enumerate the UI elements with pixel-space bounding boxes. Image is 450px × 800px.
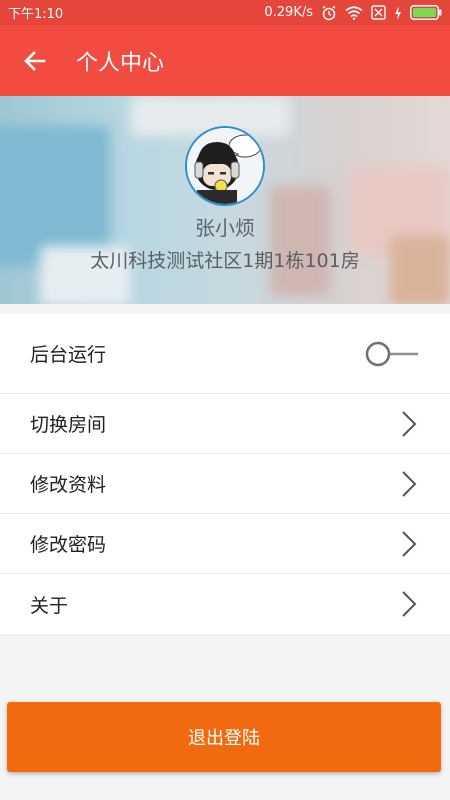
logout-button[interactable]: 退出登陆 xyxy=(7,702,441,772)
chevron-right-icon xyxy=(398,469,420,499)
back-button[interactable] xyxy=(0,25,70,96)
alarm-icon xyxy=(321,5,337,21)
background-blur-shape xyxy=(270,186,330,296)
avatar[interactable] xyxy=(185,126,265,206)
settings-list: 后台运行 切换房间 修改资料 修改密码 关于 xyxy=(0,314,450,634)
menu-item-label: 修改密码 xyxy=(30,534,107,556)
status-time: 下午1:10 xyxy=(8,7,64,22)
battery-icon xyxy=(410,5,442,20)
status-bar: 下午1:10 0.29K/s xyxy=(0,0,450,25)
menu-item-background-run[interactable]: 后台运行 xyxy=(0,314,450,394)
network-speed: 0.29K/s xyxy=(264,5,313,20)
menu-item-about[interactable]: 关于 xyxy=(0,574,450,634)
menu-item-label: 修改资料 xyxy=(30,474,107,496)
charging-icon xyxy=(394,5,402,20)
chevron-right-icon xyxy=(398,409,420,439)
profile-header: 张小烦 太川科技测试社区1期1栋101房 xyxy=(0,96,450,304)
arrow-left-icon xyxy=(23,49,47,73)
app-header: 个人中心 xyxy=(0,25,450,96)
background-run-toggle[interactable] xyxy=(364,340,420,368)
menu-item-switch-room[interactable]: 切换房间 xyxy=(0,394,450,454)
page-title: 个人中心 xyxy=(76,50,165,76)
profile-address: 太川科技测试社区1期1栋101房 xyxy=(90,250,360,272)
background-blur-shape xyxy=(0,126,110,266)
sim-off-icon xyxy=(371,5,386,20)
profile-name: 张小烦 xyxy=(195,216,255,240)
menu-item-label: 关于 xyxy=(30,594,69,617)
chevron-right-icon xyxy=(398,529,420,559)
menu-item-label: 切换房间 xyxy=(30,414,107,436)
chevron-right-icon xyxy=(398,589,420,619)
menu-item-label: 后台运行 xyxy=(30,344,107,366)
wifi-icon xyxy=(345,5,363,20)
menu-item-edit-profile[interactable]: 修改资料 xyxy=(0,454,450,514)
status-icons: 0.29K/s xyxy=(264,5,442,21)
menu-item-change-password[interactable]: 修改密码 xyxy=(0,514,450,574)
